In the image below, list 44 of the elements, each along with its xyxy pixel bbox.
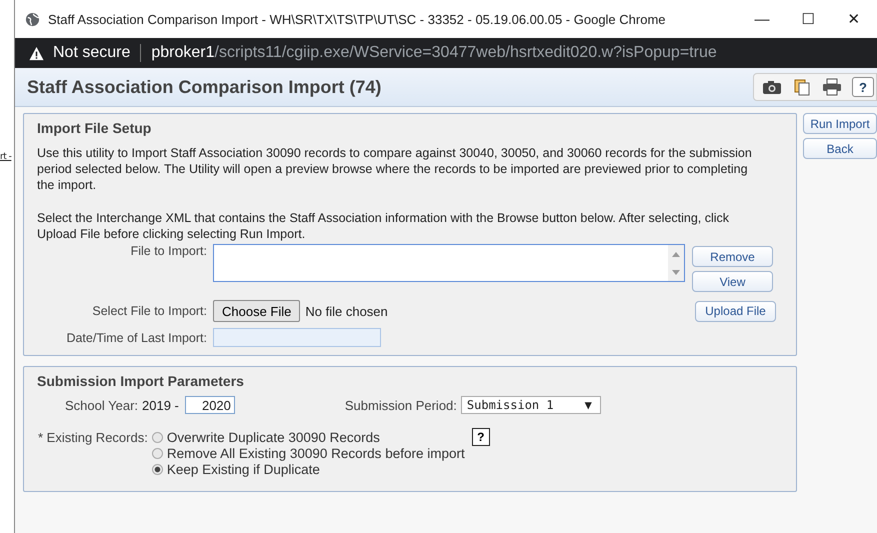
choose-file-button[interactable]: Choose File (213, 300, 300, 322)
radio-option[interactable]: Remove All Existing 30090 Records before import (152, 446, 465, 461)
side-button[interactable]: Back (803, 138, 877, 159)
page-title: Staff Association Comparison Import (74) (27, 76, 382, 98)
description-text: Use this utility to Import Staff Association 30090 records to compare against 30040, 30050, and 30060 records for the submission period selected below. The Utility will open a preview browse where the records to be imported are previewed prior to completing the import. (37, 145, 753, 193)
period-dropdown[interactable]: Submission 1 ▼ (460, 396, 601, 414)
section-heading: Submission Import Parameters (37, 373, 245, 389)
radio-button[interactable] (152, 448, 163, 459)
file-list-field[interactable] (213, 244, 685, 282)
radio-button[interactable] (152, 432, 163, 443)
window-control[interactable]: ☐ (785, 10, 831, 28)
field-label: Date/Time of Last Import: (65, 330, 208, 344)
side-button[interactable]: Run Import (803, 113, 877, 134)
file-action-button[interactable]: View (692, 271, 773, 292)
file-status-text: No file chosen (305, 304, 388, 318)
help-button[interactable]: ? (472, 428, 490, 446)
field-label: Submission Period: (344, 398, 457, 412)
globe-icon (25, 12, 40, 26)
field-label: Select File to Import: (91, 304, 208, 318)
copy-icon[interactable] (792, 78, 812, 96)
url-text[interactable]: pbroker1/scripts11/cgiip.exe/WService=30477web/hsrtxedit020.w?isPopup=true (151, 44, 717, 62)
radio-option[interactable]: Overwrite Duplicate 30090 Records (152, 430, 465, 445)
background-link[interactable]: rt - (0, 152, 12, 162)
upload-file-button[interactable]: Upload File (695, 300, 776, 322)
file-action-button[interactable]: Remove (692, 246, 773, 267)
help-button[interactable]: ? (852, 77, 874, 97)
section-heading: Import File Setup (37, 120, 152, 136)
window-control[interactable]: ✕ (831, 10, 877, 28)
scroll-up-icon[interactable] (672, 252, 680, 256)
security-label: Not secure (53, 44, 130, 62)
year-start-text: 2019 - (142, 398, 179, 412)
year-end-field[interactable]: 2020 (184, 396, 235, 414)
camera-icon[interactable] (762, 78, 782, 96)
window-control[interactable]: — (739, 10, 785, 28)
field-label: School Year: (65, 398, 138, 412)
field-label: * Existing Records: (38, 430, 148, 445)
radio-button[interactable] (152, 464, 163, 475)
scroll-down-icon[interactable] (672, 270, 680, 274)
window-title: Staff Association Comparison Import - WH\SR\TX\TS\TP\UT\SC - 33352 - 05.19.06.00.05 - Google Chrome (48, 12, 666, 26)
instructions-text: Select the Interchange XML that contains the Staff Association information with the Browse button below. After selecting, click Upload File before clicking selecting Run Import. (37, 210, 730, 242)
radio-option[interactable]: Keep Existing if Duplicate (152, 462, 465, 477)
field-label: File to Import: (130, 244, 208, 258)
print-icon[interactable] (822, 78, 842, 96)
warning-icon (29, 46, 44, 60)
